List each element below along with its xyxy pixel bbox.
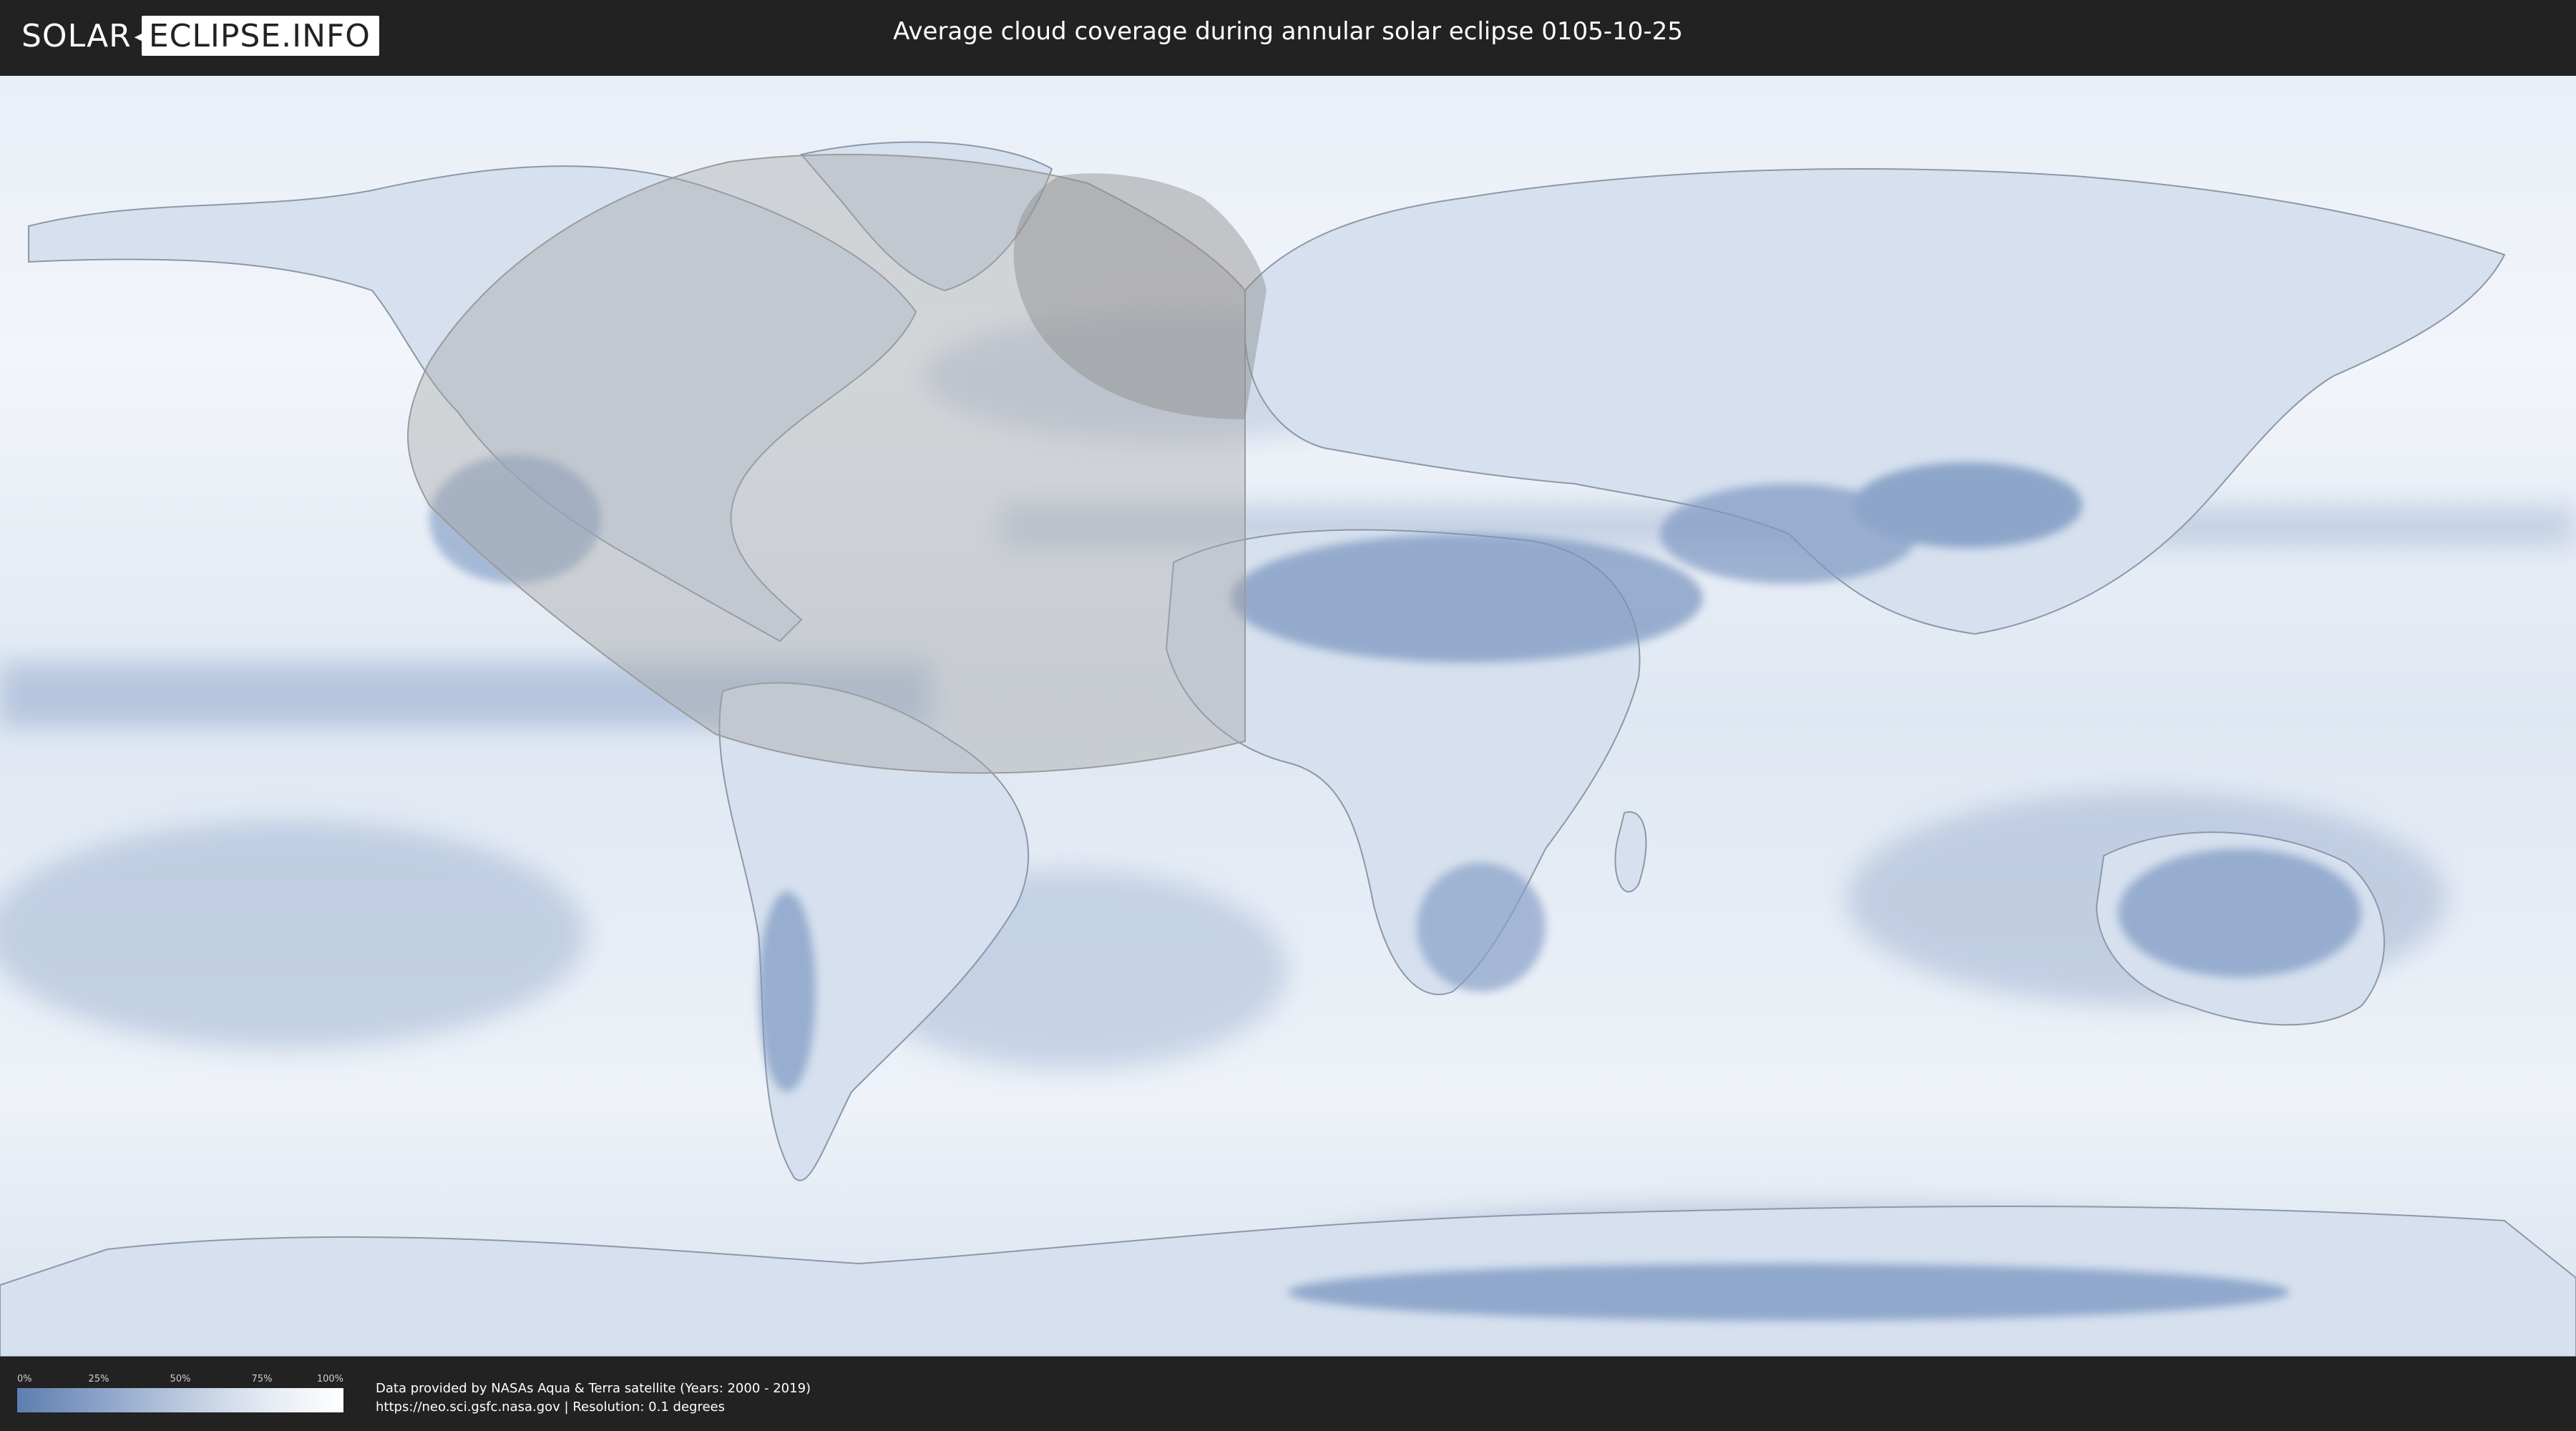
footer-bar: 0% 25% 50% 75% 100% Data provided by NAS…: [0, 1357, 2576, 1431]
solar-eclipse-logo-icon: ◂: [134, 23, 146, 49]
legend-tick: 50%: [170, 1374, 191, 1384]
credit-line-url[interactable]: https://neo.sci.gsfc.nasa.gov | Resoluti…: [376, 1398, 811, 1417]
legend-tick: 100%: [316, 1374, 343, 1384]
cloud-coverage-legend: 0% 25% 50% 75% 100%: [17, 1374, 343, 1412]
header-bar: SOLAR ◂ ECLIPSE.INFO Average cloud cover…: [0, 0, 2576, 76]
legend-tick: 75%: [251, 1374, 273, 1384]
legend-gradient-bar: [17, 1388, 343, 1412]
legend-tick: 25%: [88, 1374, 109, 1384]
data-credits: Data provided by NASAs Aqua & Terra sate…: [376, 1379, 811, 1417]
map-canvas: [0, 76, 2576, 1357]
credit-line-source: Data provided by NASAs Aqua & Terra sate…: [376, 1381, 811, 1396]
cloud-coverage-map[interactable]: [0, 76, 2576, 1357]
page-title: Average cloud coverage during annular so…: [893, 17, 1683, 46]
legend-tick: 0%: [17, 1374, 32, 1384]
legend-ticks: 0% 25% 50% 75% 100%: [17, 1374, 343, 1388]
